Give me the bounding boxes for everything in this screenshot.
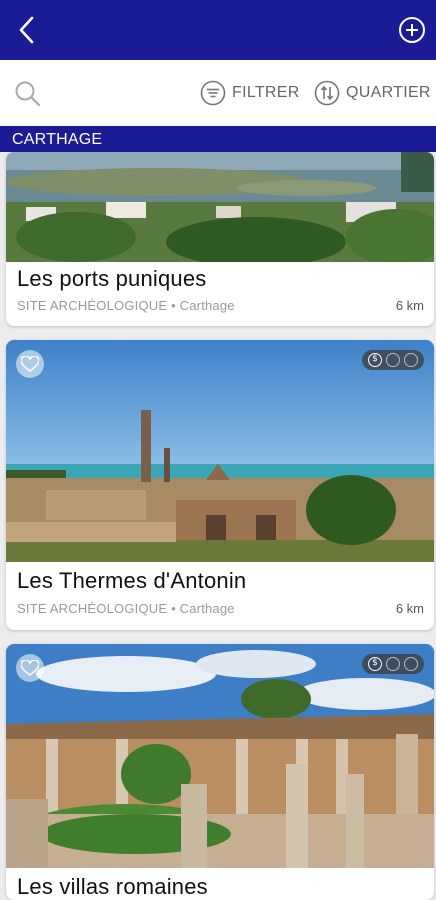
add-button[interactable] [398,16,426,44]
card-category: SITE ARCHÉOLOGIQUE [17,298,168,313]
heart-icon [21,660,39,676]
card-distance: 6 km [395,298,424,313]
card-location: Carthage [179,298,235,313]
meta-separator: • [171,298,176,313]
card-image [6,152,434,262]
card-location: Carthage [179,601,235,616]
favorite-button[interactable] [16,350,44,378]
place-card[interactable]: Les ports puniques SITE ARCHÉOLOGIQUE • … [6,152,434,326]
coin-icon: $ [368,657,382,671]
favorite-button[interactable] [16,654,44,682]
card-title: Les Thermes d'Antonin [17,568,247,593]
quartier-label: QUARTIER [346,84,431,101]
coin-icon [404,353,418,367]
coin-icon: $ [368,353,382,367]
plus-circle-icon [399,17,425,43]
card-image: $ [6,340,434,562]
search-filter-bar: FILTRER QUARTIER [0,60,436,126]
card-title: Les villas romaines [17,874,208,899]
coin-icon [386,353,400,367]
coin-icon [386,657,400,671]
quartier-button[interactable]: QUARTIER [314,78,431,108]
section-header: CARTHAGE [0,126,436,152]
card-meta: SITE ARCHÉOLOGIQUE • Carthage [17,298,235,313]
sort-arrows-icon [314,80,340,106]
price-level-indicator: $ [362,350,424,370]
meta-separator: • [171,601,176,616]
card-title: Les ports puniques [17,266,207,291]
back-button[interactable] [12,14,44,46]
filter-label: FILTRER [232,84,300,101]
place-card[interactable]: $ Les Thermes d'Antonin SITE ARCHÉOLOGIQ… [6,340,434,630]
top-app-bar [0,0,436,60]
card-image: $ [6,644,434,868]
search-icon [15,81,41,107]
chevron-left-icon [19,16,34,44]
price-level-indicator: $ [362,654,424,674]
filter-button[interactable]: FILTRER [200,78,300,108]
heart-icon [21,356,39,372]
place-card[interactable]: $ Les villas romaines [6,644,434,900]
card-distance: 6 km [395,601,424,616]
search-button[interactable] [14,80,42,108]
card-category: SITE ARCHÉOLOGIQUE [17,601,168,616]
filter-icon [200,80,226,106]
coin-icon [404,657,418,671]
card-meta: SITE ARCHÉOLOGIQUE • Carthage [17,601,235,616]
